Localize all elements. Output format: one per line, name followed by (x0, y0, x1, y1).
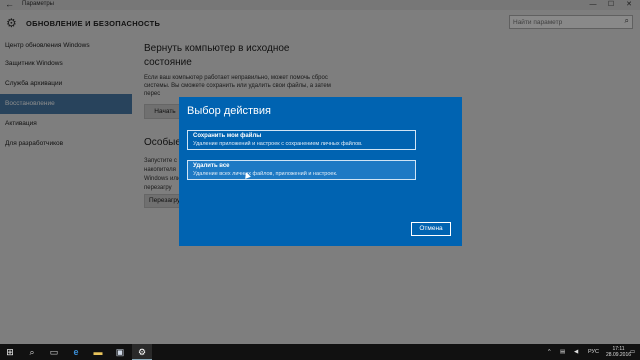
file-explorer-icon[interactable]: ▬ (88, 344, 108, 360)
option-title: Удалить все (193, 163, 230, 169)
keep-files-option[interactable]: Сохранить мои файлы Удаление приложений … (187, 130, 416, 150)
search-icon[interactable]: ⌕ (22, 344, 42, 360)
remove-everything-option[interactable]: Удалить все Удаление всех личных файлов,… (187, 160, 416, 180)
cancel-button[interactable]: Отмена (411, 222, 451, 236)
start-icon[interactable]: ⊞ (0, 344, 20, 360)
option-description: Удаление всех личных файлов, приложений … (193, 171, 338, 177)
store-icon[interactable]: ▣ (110, 344, 130, 360)
clock[interactable]: 17:11 28.09.2016 (606, 346, 631, 358)
tray-chevron-icon[interactable]: ^ (548, 344, 551, 360)
dialog-title: Выбор действия (187, 105, 271, 117)
language-indicator[interactable]: РУС (588, 344, 599, 360)
settings-icon[interactable]: ⚙ (132, 344, 152, 360)
notification-icon[interactable]: ▭ (630, 344, 635, 360)
edge-icon[interactable]: e (66, 344, 86, 360)
clock-date: 28.09.2016 (606, 352, 632, 358)
option-title: Сохранить мои файлы (193, 133, 262, 139)
option-description: Удаление приложений и настроек с сохране… (193, 141, 363, 147)
network-icon[interactable]: ▤ (560, 344, 565, 360)
task-view-icon[interactable]: ▭ (44, 344, 64, 360)
volume-icon[interactable]: ◀ (574, 344, 578, 360)
taskbar: ⊞ ⌕ ▭ e ▬ ▣ ⚙ ^ ▤ ◀ РУС 17:11 28.09.2016… (0, 344, 640, 360)
choose-option-dialog: Выбор действия Сохранить мои файлы Удале… (179, 97, 462, 246)
